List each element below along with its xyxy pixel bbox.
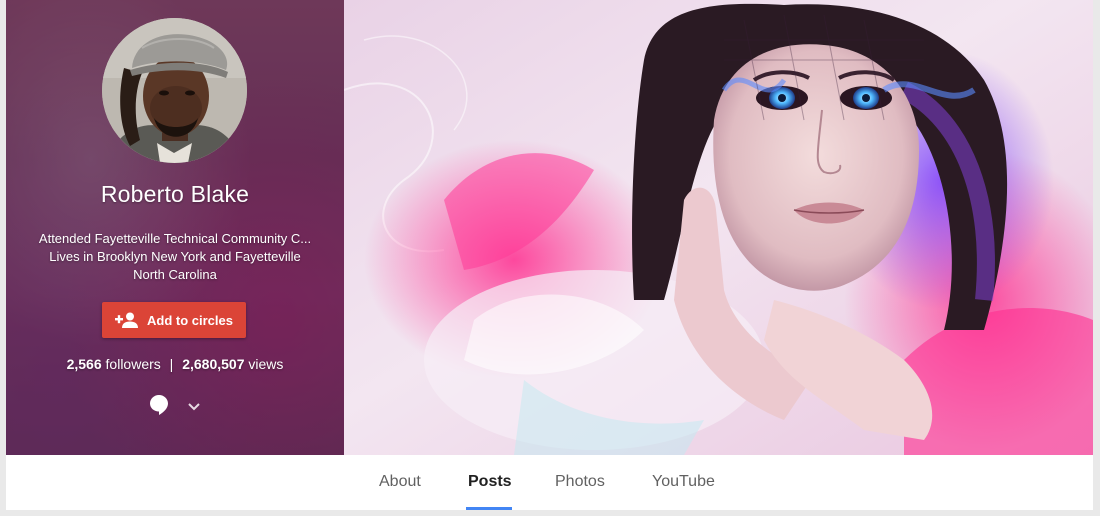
chevron-down-icon[interactable] xyxy=(188,398,200,416)
avatar[interactable] xyxy=(102,18,247,163)
profile-card: Roberto Blake Attended Fayetteville Tech… xyxy=(6,0,344,455)
cover-photo[interactable] xyxy=(344,0,1093,455)
profile-name: Roberto Blake xyxy=(100,181,250,207)
views-label: views xyxy=(248,356,284,372)
add-to-circles-button[interactable]: Add to circles xyxy=(102,302,246,338)
stats-separator: | xyxy=(169,356,174,372)
profile-tabs: About Posts Photos YouTube xyxy=(6,455,1093,510)
tagline-location-continued: North Carolina xyxy=(133,267,217,282)
add-person-icon xyxy=(115,312,139,328)
profile-page: Roberto Blake Attended Fayetteville Tech… xyxy=(6,0,1093,510)
profile-stats: 2,566 followers | 2,680,507 views xyxy=(6,356,344,372)
views-count: 2,680,507 xyxy=(182,356,245,372)
profile-actions xyxy=(146,393,216,417)
hangouts-icon[interactable] xyxy=(150,395,168,420)
tab-about[interactable]: About xyxy=(379,473,421,491)
profile-tagline: Attended Fayetteville Technical Communit… xyxy=(20,230,330,284)
active-tab-indicator xyxy=(466,507,512,510)
profile-header: Roberto Blake Attended Fayetteville Tech… xyxy=(6,0,1093,455)
tagline-location: Lives in Brooklyn New York and Fayettevi… xyxy=(49,249,301,264)
followers-label: followers xyxy=(105,356,161,372)
followers-count: 2,566 xyxy=(66,356,102,372)
tab-photos[interactable]: Photos xyxy=(555,473,605,491)
add-to-circles-label: Add to circles xyxy=(147,312,233,328)
tab-youtube[interactable]: YouTube xyxy=(652,473,715,491)
tab-posts[interactable]: Posts xyxy=(468,473,512,491)
tagline-education: Attended Fayetteville Technical Communit… xyxy=(38,231,312,246)
